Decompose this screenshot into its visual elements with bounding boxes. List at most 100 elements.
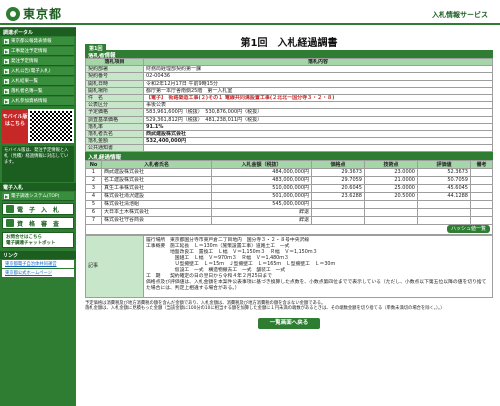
arrow-right-icon: ▶ bbox=[4, 58, 9, 64]
bid-amount: 510,000,000円 bbox=[211, 183, 312, 193]
sidebar-item-bid-notice[interactable]: ▶ 入札公告(電子入札) bbox=[2, 67, 74, 76]
sidebar-item-label: 入札参加資格情報 bbox=[11, 99, 47, 104]
evaluation-value bbox=[417, 207, 471, 217]
label-cell: 公表区分 bbox=[85, 101, 144, 110]
bid-note bbox=[470, 167, 493, 177]
header-bar: 東京都 入札情報サービス bbox=[0, 0, 500, 25]
label-cell: 落札金額 bbox=[85, 137, 144, 146]
tech-score: 20.5000 bbox=[364, 191, 418, 201]
logo-text: 東京都 bbox=[23, 7, 63, 21]
bid-note bbox=[470, 183, 493, 193]
subject-cell: 【電子】 街路築造工事(２)その１ 電線共同溝設置工事(２北北ー国分寺３・２・８… bbox=[143, 93, 493, 103]
contact-button[interactable]: お問合せはこちら 電子調達チャットボット bbox=[2, 232, 74, 248]
label-cell: 予定価格 bbox=[85, 108, 144, 117]
sidebar-subhead: 電子入札 bbox=[0, 183, 76, 191]
tech-score bbox=[364, 207, 418, 217]
footnote: 予定価格は消費税及び地方消費税の額を含んだ金額であり、入札金額は、消費税及び地方… bbox=[85, 300, 445, 312]
remark-table: 記事 履行場所 東京都国分寺市東戸倉二丁目地内 国分寺３・２・８号中央沢線 工事… bbox=[85, 234, 493, 298]
award-header-content: 落札内容 bbox=[143, 57, 493, 67]
computer-icon bbox=[6, 205, 14, 213]
tech-score: 21.0000 bbox=[364, 175, 418, 185]
bid-header: 技術点 bbox=[364, 160, 418, 169]
link-official-site[interactable]: 東京都公式ホームページ bbox=[2, 269, 74, 277]
e-bidding-button[interactable]: 電 子 入 札 bbox=[2, 203, 74, 215]
price-score: 23.6288 bbox=[311, 191, 365, 201]
bid-no: 1 bbox=[85, 167, 102, 177]
label-cell: 公共通知書 bbox=[85, 144, 144, 153]
price-score: 29.3673 bbox=[311, 167, 365, 177]
sidebar-item-winner-list[interactable]: ▶ 落札者名簿一覧 bbox=[2, 87, 74, 96]
link-joint-operation[interactable]: 東京都電子自治体共同運営 bbox=[2, 260, 74, 268]
price-score bbox=[311, 207, 365, 217]
sidebar-item-bid-results[interactable]: ▶ 入札結果一覧 bbox=[2, 77, 74, 86]
bid-row: 1 西武建設株式会社 484,000,000円 29.3673 23.0000 52.36… bbox=[85, 167, 493, 177]
bid-header: 備考 bbox=[470, 160, 493, 169]
remark-text: 履行場所 東京都国分寺市東戸倉二丁目地内 国分寺３・２・８号中央沢線 工事概要 … bbox=[143, 234, 493, 298]
bid-amount: 484,000,000円 bbox=[211, 167, 312, 177]
hash-row: ハッシュ値一覧 bbox=[85, 223, 493, 235]
sidebar: 調達ポータル ▶ 東京都公報発表情報 ▶ 工事発注予定情報 ▶ 発注予定情報 ▶ 入札公… bbox=[0, 27, 76, 406]
document-icon bbox=[6, 219, 14, 227]
bid-header: 価格点 bbox=[311, 160, 365, 169]
arrow-right-icon: ▶ bbox=[4, 68, 9, 74]
arrow-right-icon: ▶ bbox=[4, 48, 9, 54]
evaluation-value bbox=[417, 215, 471, 225]
sidebar-item-gazette[interactable]: ▶ 東京都公報発表情報 bbox=[2, 37, 74, 46]
bid-amount: 辞退 bbox=[211, 215, 312, 225]
sidebar-section-title: 調達ポータル bbox=[0, 28, 76, 36]
tokyo-emblem-icon bbox=[6, 6, 20, 21]
bid-no: 7 bbox=[85, 215, 102, 225]
price-score bbox=[311, 199, 365, 209]
sidebar-item-label: 入札公告(電子入札) bbox=[11, 69, 51, 74]
bid-no: 3 bbox=[85, 183, 102, 193]
bid-section-title: 入札経過情報 bbox=[85, 152, 493, 161]
remark-label: 記事 bbox=[85, 234, 144, 298]
sidebar-item-label: 工事発注予定情報 bbox=[11, 49, 47, 54]
sidebar-item-label: 落札者名簿一覧 bbox=[11, 89, 43, 94]
sidebar-item-e-procurement[interactable]: ▶ 電子調達システム(TOP) bbox=[2, 192, 74, 201]
arrow-right-icon: ▶ bbox=[4, 98, 9, 104]
bid-row: 2 名工建設株式会社 483,000,000円 29.7059 21.0000 50.70… bbox=[85, 175, 493, 185]
hash-list-button[interactable]: ハッシュ値一覧 bbox=[446, 225, 490, 234]
button-label: 電 子 入 札 bbox=[17, 206, 60, 214]
evaluation-value: 50.7059 bbox=[417, 175, 471, 185]
mobile-link[interactable]: モバイル版はこちら bbox=[2, 109, 74, 143]
arrow-right-icon: ▶ bbox=[4, 193, 9, 199]
bid-row: 5 株式会社清池組 545,000,000円 bbox=[85, 199, 493, 209]
label-cell: 落札者氏名 bbox=[85, 129, 144, 139]
sidebar-item-qualification[interactable]: ▶ 入札参加資格情報 bbox=[2, 97, 74, 106]
label-cell: 開札場所 bbox=[85, 86, 144, 95]
round-tab[interactable]: 第1回 bbox=[85, 44, 107, 53]
bidder-name: 株式会社滝沢建設 bbox=[101, 191, 212, 201]
sidebar-item-label: 発注予定情報 bbox=[11, 59, 38, 64]
value-cell: 令和2年12月17日 午前9時15分 bbox=[143, 79, 493, 88]
sidebar-item-label: 入札結果一覧 bbox=[11, 79, 38, 84]
bid-row: 7 株式会社守谷商会 辞退 bbox=[85, 215, 493, 225]
mobile-note: モバイル版は、発注予定情報と入札（見積）経過情報に対応しています。 bbox=[2, 146, 74, 182]
evaluation-value: 45.6045 bbox=[417, 183, 471, 193]
bid-row: 6 大日本土木株式会社 辞退 bbox=[85, 207, 493, 217]
bid-amount: 辞退 bbox=[211, 207, 312, 217]
site-logo[interactable]: 東京都 bbox=[6, 5, 62, 22]
bidder-name: 株式会社守谷商会 bbox=[101, 215, 212, 225]
bid-note bbox=[470, 215, 493, 225]
sidebar-item-label: 電子調達システム(TOP) bbox=[11, 194, 60, 199]
bidder-name: 大日本土木株式会社 bbox=[101, 207, 212, 217]
sidebar-item-order-plan[interactable]: ▶ 発注予定情報 bbox=[2, 57, 74, 66]
bid-note bbox=[470, 199, 493, 209]
award-table: 落札項目 落札内容 契約部署 財務局経理部契約第一課 契約番号 02-00436 開… bbox=[85, 57, 493, 153]
tech-score: 23.0000 bbox=[364, 167, 418, 177]
bid-note bbox=[470, 191, 493, 201]
bidder-name: 名工建設株式会社 bbox=[101, 175, 212, 185]
tech-score: 25.0000 bbox=[364, 183, 418, 193]
value-cell: 532,400,000円 bbox=[143, 137, 493, 146]
label-cell: 契約部署 bbox=[85, 65, 144, 74]
back-to-list-button[interactable]: 一覧画面へ戻る bbox=[258, 318, 320, 330]
links-head: リンク bbox=[0, 251, 76, 259]
bid-header: 評価値 bbox=[417, 160, 471, 169]
tech-score bbox=[364, 215, 418, 225]
qualification-button[interactable]: 資 格 審 査 bbox=[2, 217, 74, 229]
sidebar-item-construction-plan[interactable]: ▶ 工事発注予定情報 bbox=[2, 47, 74, 56]
value-cell: 事後公表 bbox=[143, 101, 493, 110]
label-cell: 開札日時 bbox=[85, 79, 144, 88]
